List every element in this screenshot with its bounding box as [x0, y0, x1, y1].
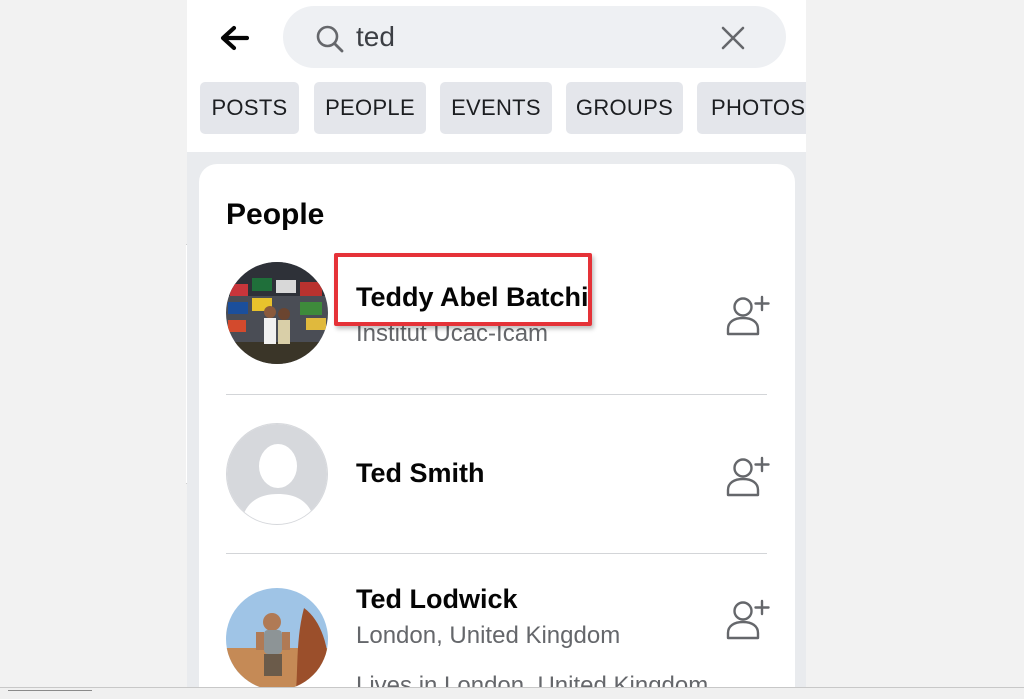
background-left [0, 0, 187, 699]
search-icon [316, 25, 344, 53]
filter-groups[interactable]: GROUPS [566, 82, 683, 134]
search-query: ted [356, 21, 395, 52]
search-header: ted POSTS PEOPLE EVENTS GROUPS PHOTOS [187, 0, 806, 152]
add-friend-icon[interactable] [726, 596, 770, 642]
filter-posts[interactable]: POSTS [200, 82, 299, 134]
result-name[interactable]: Ted Smith [356, 458, 485, 489]
filter-events[interactable]: EVENTS [440, 82, 552, 134]
result-detail: Lives in London, United Kingdom [356, 672, 709, 687]
people-results-card: People Teddy Abel Batchi Institut Ucac-I… [199, 164, 795, 687]
avatar[interactable] [226, 262, 328, 364]
filter-photos[interactable]: PHOTOS [697, 82, 806, 134]
bottom-fragment [8, 690, 92, 699]
add-friend-icon[interactable] [726, 292, 770, 338]
avatar[interactable] [226, 588, 328, 687]
close-icon[interactable] [719, 24, 747, 52]
filter-people[interactable]: PEOPLE [314, 82, 426, 134]
search-input[interactable]: ted [283, 6, 786, 68]
background-right [806, 0, 1024, 699]
back-button[interactable] [215, 20, 253, 56]
divider [226, 553, 767, 554]
section-title: People [226, 198, 325, 231]
avatar[interactable] [226, 423, 328, 525]
result-subtitle: London, United Kingdom [356, 622, 621, 649]
back-arrow-icon [220, 25, 249, 51]
highlight-box [334, 253, 592, 326]
result-name[interactable]: Ted Lodwick [356, 584, 518, 615]
divider [226, 394, 767, 395]
bottom-edge [0, 687, 1024, 699]
add-friend-icon[interactable] [726, 453, 770, 499]
mobile-screen: ted POSTS PEOPLE EVENTS GROUPS PHOTOS Pe… [187, 0, 806, 687]
